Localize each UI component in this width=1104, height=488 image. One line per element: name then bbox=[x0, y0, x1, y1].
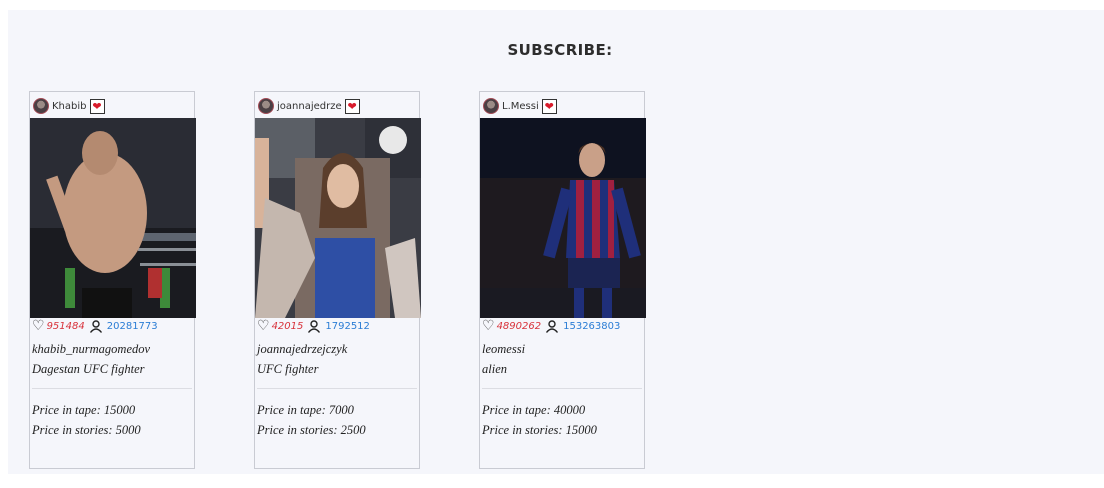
handle-text: joannajedrzejczyk bbox=[257, 342, 348, 356]
heart-filled-icon: ❤ bbox=[544, 99, 554, 113]
divider bbox=[482, 388, 642, 389]
person-icon bbox=[546, 319, 559, 333]
divider bbox=[32, 388, 192, 389]
likes-count: 42015 bbox=[271, 320, 304, 332]
favorite-button[interactable]: ❤ bbox=[541, 98, 557, 114]
divider bbox=[257, 388, 417, 389]
influencer-card[interactable]: Khabib ❤ ♡ 951484 20281773 khabib_nurmag… bbox=[29, 91, 196, 469]
favorite-button[interactable]: ❤ bbox=[89, 98, 105, 114]
heart-outline-icon[interactable]: ♡ bbox=[482, 319, 495, 333]
profile-photo[interactable] bbox=[480, 118, 646, 318]
likes-count: 951484 bbox=[46, 320, 85, 332]
heart-filled-icon: ❤ bbox=[92, 99, 102, 113]
price-stories: Price in stories: 2500 bbox=[257, 423, 366, 437]
handle-text: khabib_nurmagomedov bbox=[32, 342, 151, 356]
card-stats: ♡ 4890262 153263803 bbox=[482, 319, 620, 333]
card-stats: ♡ 951484 20281773 bbox=[32, 319, 158, 333]
heart-filled-icon: ❤ bbox=[347, 99, 357, 113]
avatar[interactable] bbox=[258, 98, 274, 114]
card-stats: ♡ 42015 1792512 bbox=[257, 319, 370, 333]
username[interactable]: Khabib bbox=[52, 101, 87, 112]
person-icon bbox=[89, 319, 102, 333]
username[interactable]: joannajedrze bbox=[277, 101, 342, 112]
description-text: alien bbox=[482, 362, 507, 376]
person-icon bbox=[308, 319, 321, 333]
handle-text: leomessi bbox=[482, 342, 526, 356]
profile-photo[interactable] bbox=[255, 118, 421, 318]
favorite-button[interactable]: ❤ bbox=[344, 98, 360, 114]
price-tape: Price in tape: 15000 bbox=[32, 403, 136, 417]
card-header: L.Messi ❤ bbox=[483, 96, 557, 116]
card-header: joannajedrze ❤ bbox=[258, 96, 360, 116]
profile-photo[interactable] bbox=[30, 118, 196, 318]
price-tape: Price in tape: 40000 bbox=[482, 403, 586, 417]
username[interactable]: L.Messi bbox=[502, 101, 539, 112]
price-stories: Price in stories: 5000 bbox=[32, 423, 141, 437]
heart-outline-icon[interactable]: ♡ bbox=[32, 319, 45, 333]
subscribers-count: 1792512 bbox=[325, 320, 370, 332]
heart-outline-icon[interactable]: ♡ bbox=[257, 319, 270, 333]
likes-count: 4890262 bbox=[496, 320, 542, 332]
influencer-card[interactable]: L.Messi ❤ ♡ 4890262 153263803 leomessi a… bbox=[479, 91, 646, 469]
price-tape: Price in tape: 7000 bbox=[257, 403, 354, 417]
page-heading: SUBSCRIBE: bbox=[507, 41, 613, 59]
card-header: Khabib ❤ bbox=[33, 96, 105, 116]
influencer-card[interactable]: joannajedrze ❤ ♡ 42015 1792512 joannajed… bbox=[254, 91, 421, 469]
description-text: Dagestan UFC fighter bbox=[32, 362, 145, 376]
description-text: UFC fighter bbox=[257, 362, 319, 376]
subscribers-count: 20281773 bbox=[106, 320, 158, 332]
avatar[interactable] bbox=[483, 98, 499, 114]
subscribers-count: 153263803 bbox=[563, 320, 621, 332]
price-stories: Price in stories: 15000 bbox=[482, 423, 597, 437]
avatar[interactable] bbox=[33, 98, 49, 114]
